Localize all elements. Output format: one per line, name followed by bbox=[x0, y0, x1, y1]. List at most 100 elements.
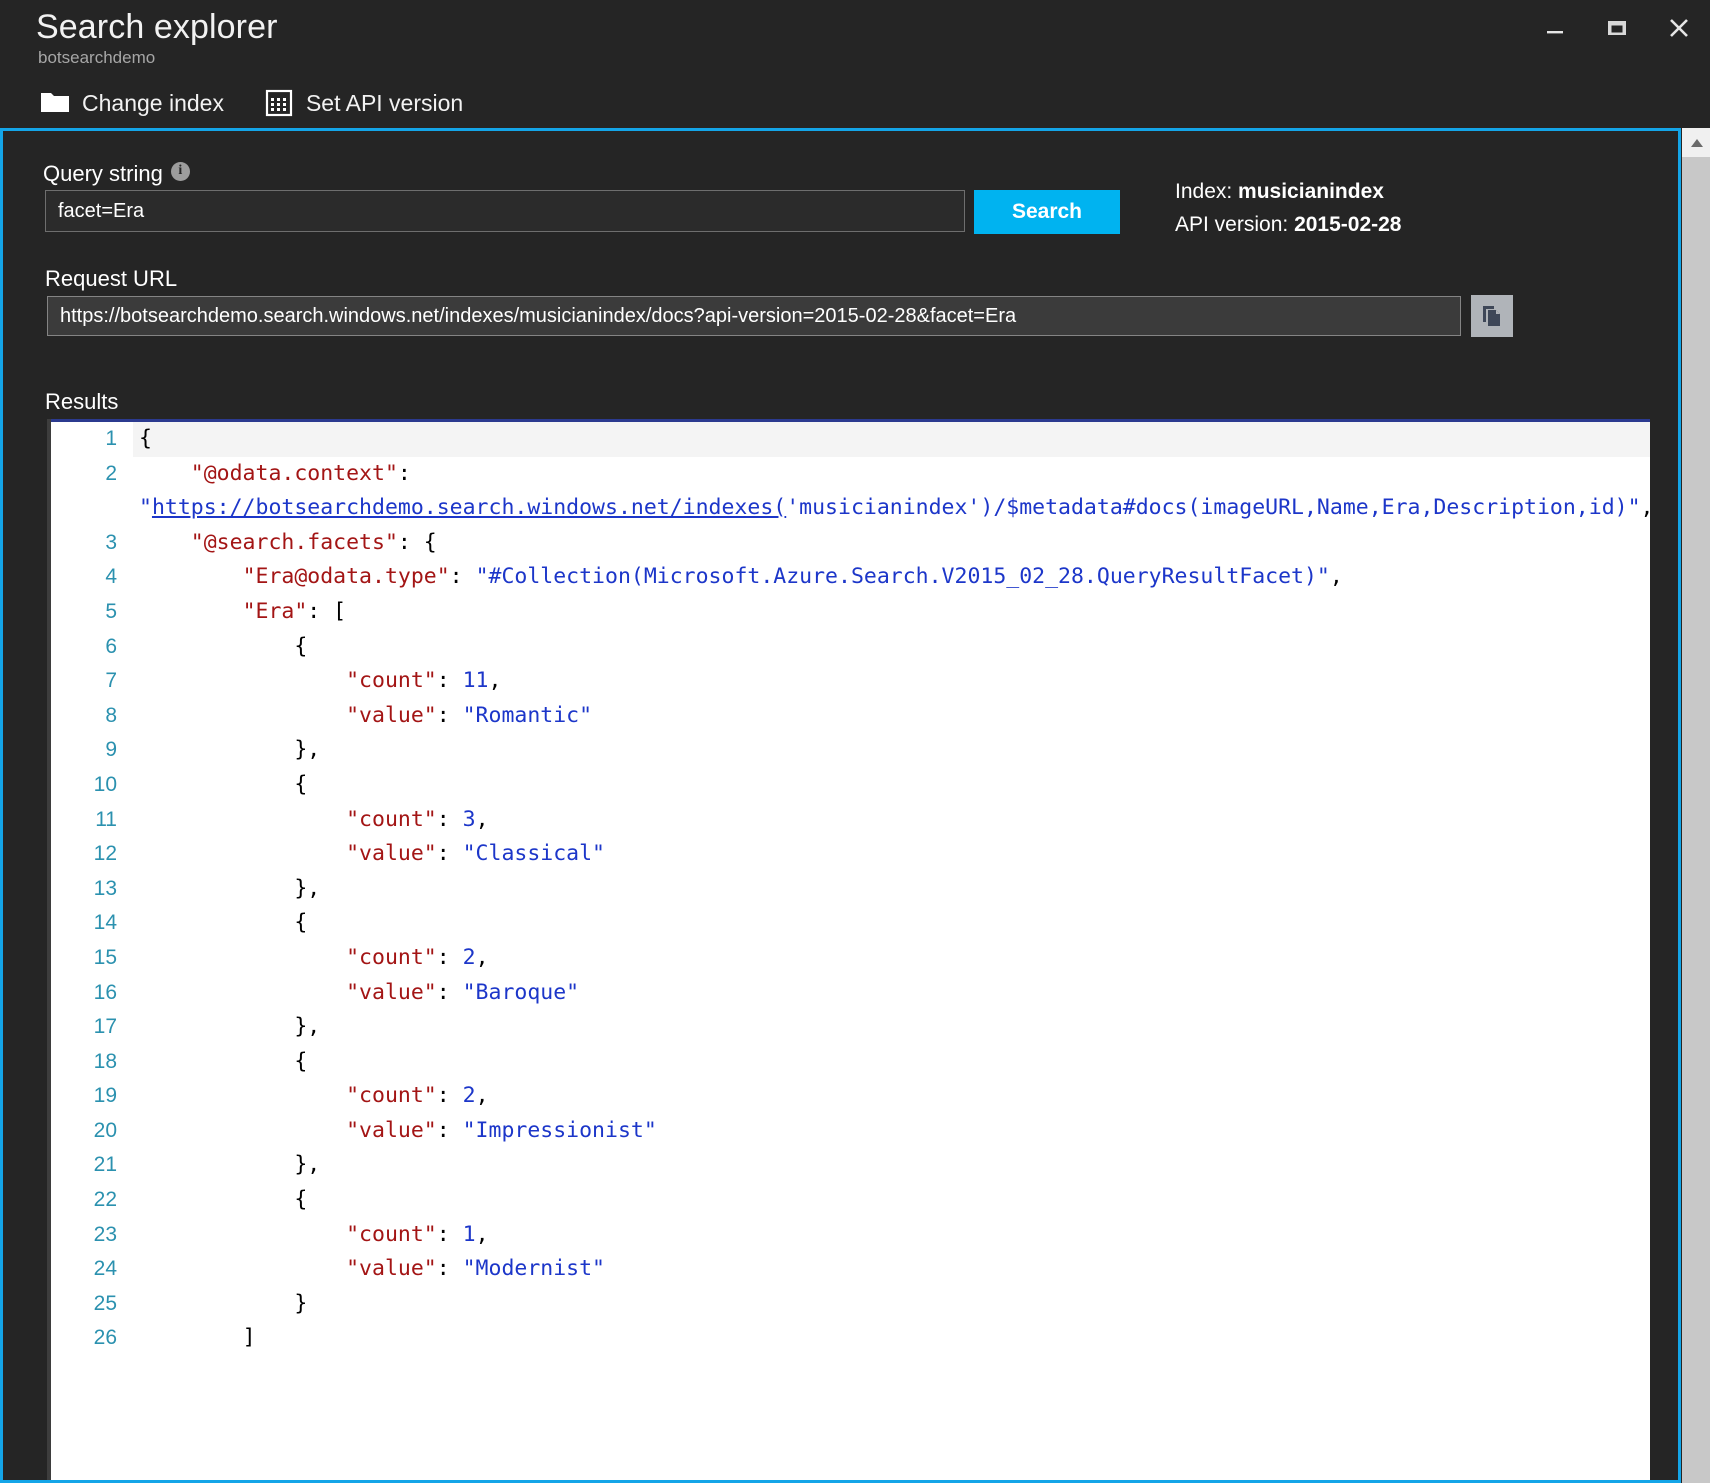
code-text: } bbox=[133, 1287, 1650, 1322]
close-button[interactable] bbox=[1648, 1, 1710, 55]
code-token: : bbox=[397, 460, 424, 486]
close-icon bbox=[1670, 19, 1688, 37]
code-token: { bbox=[139, 771, 308, 797]
folder-icon bbox=[40, 88, 70, 118]
code-text: ] bbox=[133, 1321, 1650, 1356]
code-token: ] bbox=[139, 1325, 256, 1351]
code-line: 26 ] bbox=[51, 1321, 1650, 1356]
code-token: "Impressionist" bbox=[462, 1117, 657, 1143]
code-text: "count": 3, bbox=[133, 803, 1650, 838]
results-json-viewer[interactable]: 1{2 "@odata.context": "https://botsearch… bbox=[51, 422, 1650, 1480]
code-token: "value" bbox=[346, 702, 437, 728]
code-line: 8 "value": "Romantic" bbox=[51, 699, 1650, 734]
code-token: : bbox=[436, 806, 463, 832]
title-bar: Search explorer botsearchdemo bbox=[0, 0, 1710, 78]
code-line: 11 "count": 3, bbox=[51, 803, 1650, 838]
code-token: , bbox=[475, 1221, 489, 1247]
query-string-label-row: Query string i bbox=[43, 161, 190, 187]
code-token: { bbox=[139, 633, 308, 659]
line-number: 25 bbox=[93, 1291, 117, 1315]
code-token: "value" bbox=[346, 979, 437, 1005]
window-controls bbox=[1524, 0, 1710, 56]
code-text: "@odata.context": "https://botsearchdemo… bbox=[133, 457, 1650, 526]
line-number: 22 bbox=[93, 1188, 117, 1212]
code-token: 2 bbox=[462, 944, 476, 970]
info-icon[interactable]: i bbox=[170, 161, 190, 181]
query-string-input[interactable] bbox=[45, 190, 965, 232]
code-text: { bbox=[133, 630, 1650, 665]
code-line: 16 "value": "Baroque" bbox=[51, 976, 1650, 1011]
code-text: }, bbox=[133, 1148, 1650, 1183]
code-text: "value": "Baroque" bbox=[133, 976, 1650, 1011]
line-number: 26 bbox=[93, 1326, 117, 1350]
code-line: 13 }, bbox=[51, 872, 1650, 907]
code-token: "Classical" bbox=[462, 841, 605, 867]
query-string-label: Query string bbox=[43, 161, 163, 186]
code-line: 12 "value": "Classical" bbox=[51, 837, 1650, 872]
set-api-version-label: Set API version bbox=[305, 89, 464, 116]
code-token: , bbox=[475, 806, 489, 832]
code-token: 'musicianindex')/$metadata#docs(imageURL… bbox=[786, 495, 1641, 521]
code-token: , bbox=[1641, 495, 1650, 520]
maximize-button[interactable] bbox=[1586, 1, 1648, 55]
code-line: 3 "@search.facets": { bbox=[51, 526, 1650, 561]
results-code-pane[interactable]: 1{2 "@odata.context": "https://botsearch… bbox=[47, 419, 1650, 1480]
minimize-button[interactable] bbox=[1524, 1, 1586, 55]
code-token: : bbox=[436, 944, 463, 970]
window-scrollbar[interactable] bbox=[1681, 128, 1710, 1483]
code-token: }, bbox=[139, 1014, 321, 1040]
code-line: 21 }, bbox=[51, 1148, 1650, 1183]
line-number: 7 bbox=[105, 669, 117, 693]
code-token: "count" bbox=[346, 1083, 437, 1109]
code-text: "value": "Romantic" bbox=[133, 699, 1650, 734]
code-line: 20 "value": "Impressionist" bbox=[51, 1114, 1650, 1149]
line-number: 15 bbox=[93, 945, 117, 969]
code-line: 4 "Era@odata.type": "#Collection(Microso… bbox=[51, 560, 1650, 595]
code-line: 22 { bbox=[51, 1183, 1650, 1218]
code-text: "count": 1, bbox=[133, 1218, 1650, 1253]
code-token: "Baroque" bbox=[462, 979, 580, 1005]
set-api-version-button[interactable]: Set API version bbox=[264, 82, 467, 124]
code-text: { bbox=[133, 906, 1650, 941]
code-token: , bbox=[488, 668, 502, 694]
code-token: : bbox=[436, 979, 463, 1005]
code-token: , bbox=[1329, 564, 1343, 590]
code-line: 1{ bbox=[51, 422, 1650, 457]
scrollbar-thumb[interactable] bbox=[1682, 157, 1710, 1457]
scrollbar-up-button[interactable] bbox=[1682, 128, 1710, 157]
line-number: 9 bbox=[105, 738, 117, 762]
index-value: musicianindex bbox=[1238, 180, 1384, 203]
code-line: 24 "value": "Modernist" bbox=[51, 1252, 1650, 1287]
code-token: "@odata.context" bbox=[190, 460, 398, 486]
request-url-input[interactable] bbox=[47, 296, 1461, 336]
code-token: : bbox=[436, 841, 463, 867]
code-line: 17 }, bbox=[51, 1010, 1650, 1045]
code-token: "Era@odata.type" bbox=[242, 564, 450, 590]
code-token: "#Collection(Microsoft.Azure.Search.V201… bbox=[475, 564, 1330, 590]
api-version-line: API version: 2015-02-28 bbox=[1175, 208, 1401, 241]
code-line: 25 } bbox=[51, 1287, 1650, 1322]
code-token: 1 bbox=[462, 1221, 476, 1247]
line-number: 16 bbox=[93, 980, 117, 1004]
copy-url-button[interactable] bbox=[1471, 295, 1513, 337]
code-line: 5 "Era": [ bbox=[51, 595, 1650, 630]
code-token: { bbox=[139, 1048, 308, 1074]
code-token: { bbox=[139, 910, 308, 936]
code-token: "count" bbox=[346, 944, 437, 970]
search-button[interactable]: Search bbox=[974, 190, 1120, 234]
line-number: 2 bbox=[105, 461, 117, 485]
code-token: }, bbox=[139, 1152, 321, 1178]
code-line: 15 "count": 2, bbox=[51, 941, 1650, 976]
results-label: Results bbox=[45, 389, 119, 414]
change-index-button[interactable]: Change index bbox=[40, 82, 228, 124]
code-token: : [ bbox=[307, 598, 347, 624]
code-token: "count" bbox=[346, 668, 437, 694]
line-number: 11 bbox=[95, 807, 117, 831]
content-wrapper: Query string i Search Index: musicianind… bbox=[0, 128, 1710, 1483]
line-number: 8 bbox=[105, 703, 117, 727]
